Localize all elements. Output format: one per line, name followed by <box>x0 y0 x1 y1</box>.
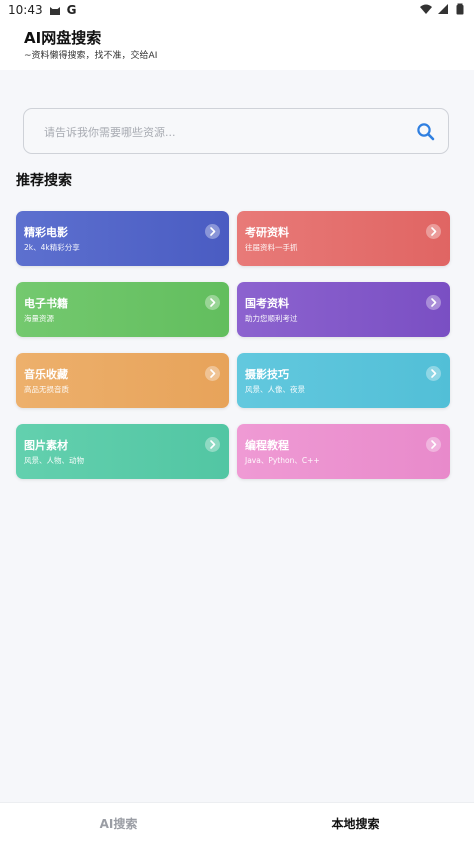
chevron-right-icon[interactable] <box>426 437 441 452</box>
card-title: 电子书籍 <box>24 297 68 310</box>
card-ebooks[interactable]: 电子书籍 海量资源 <box>16 282 229 337</box>
card-movies[interactable]: 精彩电影 2k、4k精彩分享 <box>16 211 229 266</box>
status-right <box>420 3 466 15</box>
card-title: 考研资料 <box>245 226 289 239</box>
tab-local-search[interactable]: 本地搜索 <box>237 803 474 843</box>
card-desc: 高品无损音质 <box>24 385 69 394</box>
card-desc: 海量资源 <box>24 314 54 323</box>
card-desc: 往届资料一手抓 <box>245 243 298 252</box>
chevron-right-icon[interactable] <box>205 366 220 381</box>
card-desc: 风景、人物、动物 <box>24 456 84 465</box>
status-bar: 10:43 G <box>0 0 474 20</box>
card-title: 音乐收藏 <box>24 368 68 381</box>
section-title: 推荐搜索 <box>16 173 72 189</box>
card-programming[interactable]: 编程教程 Java、Python、C++ <box>237 424 450 479</box>
chevron-right-icon[interactable] <box>205 437 220 452</box>
card-title: 摄影技巧 <box>245 368 289 381</box>
card-desc: 助力您顺利考过 <box>245 314 298 323</box>
chevron-right-icon[interactable] <box>426 295 441 310</box>
status-left: 10:43 G <box>8 3 76 17</box>
chevron-right-icon[interactable] <box>205 295 220 310</box>
search-input[interactable] <box>42 121 406 143</box>
card-title: 精彩电影 <box>24 226 68 239</box>
chevron-right-icon[interactable] <box>426 224 441 239</box>
search-icon[interactable] <box>416 122 436 142</box>
wifi-icon <box>420 4 432 14</box>
card-desc: 2k、4k精彩分享 <box>24 243 80 252</box>
signal-icon <box>438 4 448 14</box>
card-desc: 风景、人像、夜景 <box>245 385 305 394</box>
card-photography[interactable]: 摄影技巧 风景、人像、夜景 <box>237 353 450 408</box>
app-subtitle: ~资料懒得搜索，找不准，交给AI <box>24 51 158 61</box>
card-music[interactable]: 音乐收藏 高品无损音质 <box>16 353 229 408</box>
card-images[interactable]: 图片素材 风景、人物、动物 <box>16 424 229 479</box>
app-title: AI网盘搜索 <box>24 29 102 47</box>
card-title: 国考资料 <box>245 297 289 310</box>
status-time: 10:43 <box>8 3 43 17</box>
card-desc: Java、Python、C++ <box>245 456 320 465</box>
cat-notification-icon <box>49 7 60 15</box>
tab-ai-search[interactable]: AI搜索 <box>0 803 237 843</box>
card-guokao[interactable]: 国考资料 助力您顺利考过 <box>237 282 450 337</box>
chevron-right-icon[interactable] <box>426 366 441 381</box>
google-icon: G <box>66 3 77 17</box>
bottom-nav: AI搜索 本地搜索 <box>0 802 474 843</box>
card-title: 图片素材 <box>24 439 68 452</box>
battery-icon <box>456 3 464 15</box>
card-kaoyan[interactable]: 考研资料 往届资料一手抓 <box>237 211 450 266</box>
app-header: AI网盘搜索 ~资料懒得搜索，找不准，交给AI <box>0 20 474 70</box>
chevron-right-icon[interactable] <box>205 224 220 239</box>
search-box[interactable] <box>23 108 449 154</box>
card-title: 编程教程 <box>245 439 289 452</box>
